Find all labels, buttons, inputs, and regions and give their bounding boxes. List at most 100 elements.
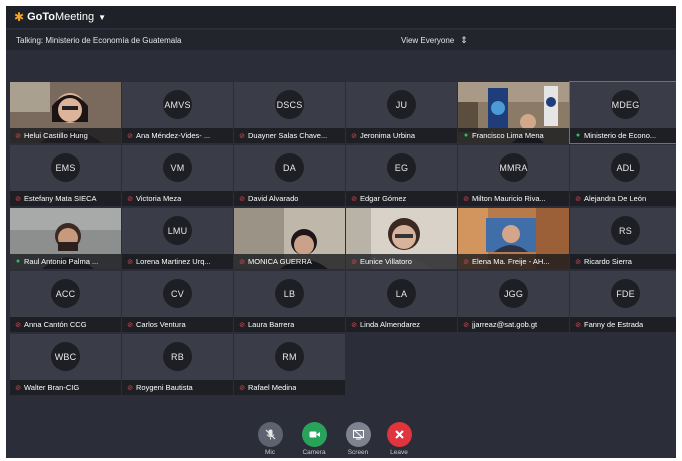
participant-avatar: ACC <box>51 279 80 308</box>
participant-tile[interactable]: ● Francisco Lima Mena <box>458 82 569 143</box>
participant-name: Duayner Salas Chave... <box>248 131 328 140</box>
participant-name: Anna Cantón CCG <box>24 320 87 329</box>
participant-avatar: EG <box>387 153 416 182</box>
info-bar: Talking: Ministerio de Economía de Guate… <box>6 30 676 50</box>
participant-nameplate: ⊘ Estefany Mata SIECA <box>10 191 121 206</box>
mic-muted-icon: ⊘ <box>351 321 357 329</box>
mic-muted-icon: ⊘ <box>239 195 245 203</box>
participant-tile[interactable]: MMRA ⊘ Milton Mauricio Riva... <box>458 145 569 206</box>
participant-name: Raul Antonio Palma ... <box>24 257 99 266</box>
mic-muted-icon: ⊘ <box>127 384 133 392</box>
participant-tile[interactable]: VM ⊘ Victoria Meza <box>122 145 233 206</box>
participant-nameplate: ● Francisco Lima Mena <box>458 128 569 143</box>
top-bar: ✱ GoTo Meeting ▼ <box>6 6 676 28</box>
participant-tile[interactable]: ⊘ MONICA GUERRA <box>234 208 345 269</box>
participant-tile[interactable]: EMS ⊘ Estefany Mata SIECA <box>10 145 121 206</box>
mic-muted-icon: ⊘ <box>15 195 21 203</box>
mic-muted-icon: ⊘ <box>15 384 21 392</box>
mic-muted-icon: ⊘ <box>127 132 133 140</box>
participant-tile[interactable]: JGG ⊘ jjarreaz@sat.gob.gt <box>458 271 569 332</box>
participant-nameplate: ⊘ David Alvarado <box>234 191 345 206</box>
participant-tile[interactable]: DSCS ⊘ Duayner Salas Chave... <box>234 82 345 143</box>
mic-muted-icon: ⊘ <box>575 321 581 329</box>
mic-muted-icon: ⊘ <box>351 258 357 266</box>
participant-name: MONICA GUERRA <box>248 257 312 266</box>
brand-prefix: GoTo <box>27 11 55 23</box>
up-down-arrows-icon: ⇕ <box>460 34 468 45</box>
mic-muted-icon: ⊘ <box>351 195 357 203</box>
participant-tile[interactable]: ADL ⊘ Alejandra De León <box>570 145 676 206</box>
screen-button[interactable]: Screen <box>343 422 373 456</box>
participant-name: David Alvarado <box>248 194 299 203</box>
participant-nameplate: ⊘ Helui Castillo Hung <box>10 128 121 143</box>
mic-button[interactable]: Mic <box>255 422 285 456</box>
mic-muted-icon: ⊘ <box>15 321 21 329</box>
participant-name: Alejandra De León <box>584 194 647 203</box>
participant-nameplate: ⊘ Laura Barrera <box>234 317 345 332</box>
participant-tile[interactable]: JU ⊘ Jeronima Urbina <box>346 82 457 143</box>
participant-tile[interactable]: LB ⊘ Laura Barrera <box>234 271 345 332</box>
participant-tile[interactable]: MDEG ● Ministerio de Econo... <box>569 81 676 144</box>
view-selector[interactable]: View Everyone ⇕ <box>401 30 468 50</box>
mic-muted-icon: ⊘ <box>351 132 357 140</box>
participant-name: Ana Méndez-Vides- ... <box>136 131 211 140</box>
participant-name: Rafael Medina <box>248 383 297 392</box>
participant-name: Francisco Lima Mena <box>472 131 544 140</box>
meeting-controls: Mic Camera Screen Leave <box>6 422 676 458</box>
participant-nameplate: ⊘ Eunice Villatoro <box>346 254 457 269</box>
camera-button[interactable]: Camera <box>299 422 329 456</box>
participant-avatar: RB <box>163 342 192 371</box>
participant-avatar: MDEG <box>611 90 640 119</box>
mic-on-icon: ● <box>463 132 469 139</box>
mic-muted-icon: ⊘ <box>463 258 469 266</box>
mic-muted-icon: ⊘ <box>575 258 581 266</box>
participant-tile[interactable]: LA ⊘ Linda Almendarez <box>346 271 457 332</box>
participant-nameplate: ⊘ Walter Bran-CIG <box>10 380 121 395</box>
participant-name: Eunice Villatoro <box>360 257 412 266</box>
participant-avatar: AMVS <box>163 90 192 119</box>
app-menu[interactable]: ✱ GoTo Meeting ▼ <box>14 10 106 24</box>
participant-tile[interactable]: ⊘ Helui Castillo Hung <box>10 82 121 143</box>
talking-indicator: Talking: Ministerio de Economía de Guate… <box>16 35 182 45</box>
mic-muted-icon: ⊘ <box>127 321 133 329</box>
participant-tile[interactable]: LMU ⊘ Lorena Martinez Urq... <box>122 208 233 269</box>
participant-avatar: RS <box>611 216 640 245</box>
participant-tile[interactable]: RM ⊘ Rafael Medina <box>234 334 345 395</box>
camera-label: Camera <box>302 449 326 456</box>
participant-name: Walter Bran-CIG <box>24 383 80 392</box>
participant-avatar: ADL <box>611 153 640 182</box>
participant-nameplate: ⊘ Edgar Gómez <box>346 191 457 206</box>
participant-avatar: CV <box>163 279 192 308</box>
leave-label: Leave <box>390 449 408 456</box>
participant-tile[interactable]: CV ⊘ Carlos Ventura <box>122 271 233 332</box>
participant-avatar: DSCS <box>275 90 304 119</box>
participant-nameplate: ⊘ Duayner Salas Chave... <box>234 128 345 143</box>
participant-nameplate: ⊘ Milton Mauricio Riva... <box>458 191 569 206</box>
participant-nameplate: ⊘ Rafael Medina <box>234 380 345 395</box>
participant-name: Victoria Meza <box>136 194 182 203</box>
leave-button[interactable]: Leave <box>384 422 414 456</box>
participant-tile[interactable]: ⊘ Elena Ma. Freije - AH... <box>458 208 569 269</box>
participant-tile[interactable]: WBC ⊘ Walter Bran-CIG <box>10 334 121 395</box>
participant-tile[interactable]: EG ⊘ Edgar Gómez <box>346 145 457 206</box>
mic-muted-icon: ⊘ <box>239 384 245 392</box>
participant-name: Lorena Martinez Urq... <box>136 257 211 266</box>
participant-tile[interactable]: AMVS ⊘ Ana Méndez-Vides- ... <box>122 82 233 143</box>
participant-tile[interactable]: ACC ⊘ Anna Cantón CCG <box>10 271 121 332</box>
participant-name: Carlos Ventura <box>136 320 186 329</box>
participant-avatar: WBC <box>51 342 80 371</box>
mic-on-icon: ● <box>15 258 21 265</box>
participant-tile[interactable]: DA ⊘ David Alvarado <box>234 145 345 206</box>
participant-name: Roygeni Bautista <box>136 383 193 392</box>
participant-tile[interactable]: ⊘ Eunice Villatoro <box>346 208 457 269</box>
participant-name: Ricardo Sierra <box>584 257 632 266</box>
mic-muted-icon: ⊘ <box>239 321 245 329</box>
participant-tile[interactable]: RB ⊘ Roygeni Bautista <box>122 334 233 395</box>
participant-nameplate: ⊘ Linda Almendarez <box>346 317 457 332</box>
participant-name: Linda Almendarez <box>360 320 421 329</box>
participant-tile[interactable]: FDE ⊘ Fanny de Estrada <box>570 271 676 332</box>
screen-share-icon <box>345 422 371 447</box>
participant-tile[interactable]: ● Raul Antonio Palma ... <box>10 208 121 269</box>
participant-avatar: MMRA <box>499 153 528 182</box>
participant-tile[interactable]: RS ⊘ Ricardo Sierra <box>570 208 676 269</box>
